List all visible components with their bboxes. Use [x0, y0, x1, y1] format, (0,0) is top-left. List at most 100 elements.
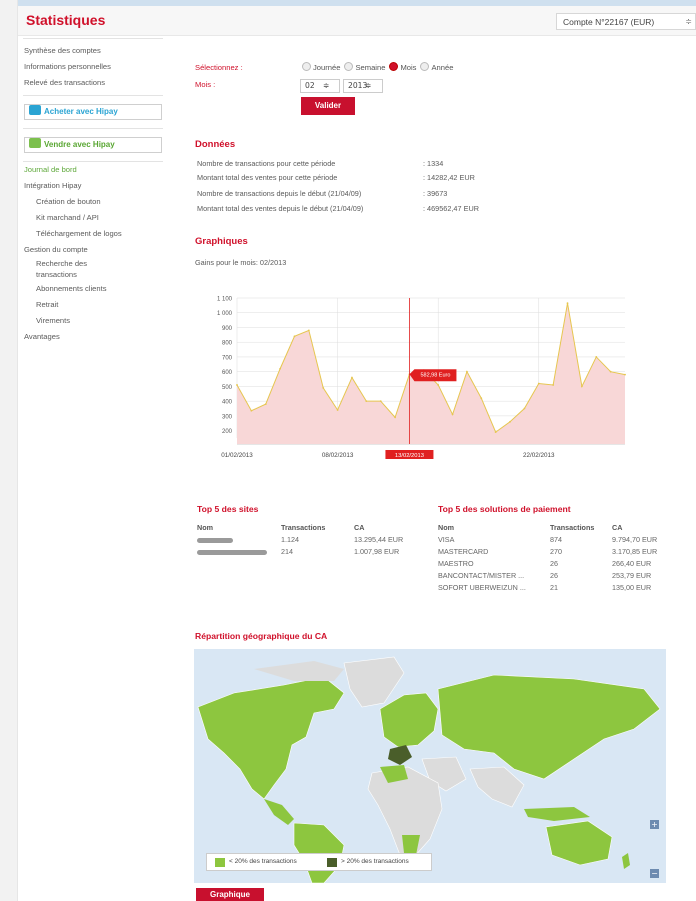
legend-low-label: < 20% des transactions	[229, 858, 297, 865]
year-select[interactable]: 2013 ≑	[343, 79, 383, 93]
select-label: Sélectionnez :	[195, 63, 243, 72]
table-row[interactable]: 1.124 13.295,44 EUR	[197, 534, 437, 546]
data-point	[480, 397, 483, 400]
hipay-logo-icon	[29, 105, 41, 115]
radio-2[interactable]	[389, 62, 399, 71]
y-tick-label: 700	[222, 355, 233, 361]
sidebar-item-7[interactable]: transactions	[18, 269, 168, 281]
table-row[interactable]: MASTERCARD 270 3.170,85 EUR	[438, 546, 678, 558]
radio-0[interactable]	[302, 62, 311, 71]
radio-label-1: Semaine	[355, 63, 386, 72]
data-point	[580, 385, 583, 388]
geo-title: Répartition géographique du CA	[195, 631, 328, 641]
data-point	[437, 384, 440, 386]
cell-ca: 266,40 EUR	[612, 559, 652, 568]
chevron-updown-icon: ≑	[685, 17, 692, 26]
table-row[interactable]: MAESTRO 26 266,40 EUR	[438, 558, 678, 570]
cell-nom: MAESTRO	[438, 559, 474, 568]
graph-button[interactable]: Graphique	[196, 888, 264, 901]
legend-swatch-low	[215, 858, 225, 867]
sidebar-item-6[interactable]: Recherche des	[18, 258, 168, 269]
sidebar-item-1[interactable]: Intégration Hipay	[18, 178, 168, 194]
data-point	[293, 335, 296, 338]
data-point	[494, 431, 497, 434]
zoom-in-button[interactable]: +	[650, 820, 659, 829]
cell-nom: SOFORT UBERWEIZUN ...	[438, 583, 526, 592]
cell-transactions: 1.124	[281, 535, 299, 544]
cell-nom: BANCONTACT/MISTER ...	[438, 571, 525, 580]
sidebar-item-synthese[interactable]: Synthèse des comptes	[18, 43, 168, 59]
radio-1[interactable]	[344, 62, 354, 71]
map-new-zealand	[622, 853, 630, 869]
table-row[interactable]: BANCONTACT/MISTER ... 26 253,79 EUR	[438, 570, 678, 582]
sidebar-item-3[interactable]: Kit marchand / API	[18, 210, 168, 226]
data-point	[552, 384, 555, 386]
chevron-updown-icon: ≑	[365, 81, 372, 90]
data-point	[250, 409, 253, 412]
sidebar-item-5[interactable]: Gestion du compte	[18, 242, 168, 258]
sidebar-item-11[interactable]: Avantages	[18, 329, 168, 345]
cell-ca: 135,00 EUR	[612, 583, 652, 592]
world-map[interactable]: + − < 20% des transactions > 20% des tra…	[194, 649, 666, 883]
sidebar-item-infos[interactable]: Informations personnelles	[18, 59, 168, 75]
map-arctic	[254, 661, 344, 681]
sell-with-hipay-button[interactable]: Vendre avec Hipay	[24, 137, 162, 153]
sidebar-item-8[interactable]: Abonnements clients	[18, 281, 168, 297]
data-point	[466, 370, 468, 373]
sidebar-item-2[interactable]: Création de bouton	[18, 194, 168, 210]
col-nom: Nom	[197, 523, 213, 532]
month-label: Mois :	[195, 80, 216, 89]
cell-nom: MASTERCARD	[438, 547, 489, 556]
y-tick-label: 1 100	[217, 297, 233, 303]
earnings-chart: 1 100 1 000 900 800 700 600 500 400 300 200 01/02/…	[192, 288, 630, 478]
buy-with-hipay-button[interactable]: Acheter avec Hipay	[24, 104, 162, 120]
data-point	[523, 407, 526, 410]
left-scroll-gutter	[0, 0, 18, 901]
account-select[interactable]: Compte N°22167 (EUR) ≑	[556, 13, 696, 30]
data-label: Montant total des ventes depuis le début…	[197, 204, 364, 213]
blurred-site-name	[197, 534, 233, 546]
cell-ca: 253,79 EUR	[612, 571, 652, 580]
sidebar-item-9[interactable]: Retrait	[18, 297, 168, 313]
data-row: Nombre de transactions depuis le début (…	[197, 189, 447, 198]
divider	[23, 38, 163, 39]
col-ca: CA	[354, 523, 365, 532]
account-select-value: Compte N°22167 (EUR)	[563, 17, 655, 27]
top-payments-table: Nom Transactions CA VISA 874 9.794,70 EUR M…	[438, 522, 678, 594]
cell-transactions: 21	[550, 583, 558, 592]
chevron-updown-icon: ≑	[323, 81, 330, 90]
radio-label-2: Mois	[400, 63, 417, 72]
data-point	[351, 376, 353, 379]
map-legend: < 20% des transactions > 20% des transac…	[206, 853, 432, 871]
sidebar-item-10[interactable]: Virements	[18, 313, 168, 329]
zoom-out-button[interactable]: −	[650, 869, 659, 878]
buy-label: Acheter avec Hipay	[44, 107, 118, 116]
map-north-america	[197, 676, 345, 800]
data-value: : 39673	[423, 189, 448, 198]
table-row[interactable]: VISA 874 9.794,70 EUR	[438, 534, 678, 546]
table-header: Nom Transactions CA	[438, 522, 678, 534]
radio-3[interactable]	[420, 62, 430, 71]
data-point	[365, 400, 368, 403]
page-title: Statistiques	[26, 12, 106, 28]
main-content: Sélectionnez : Journée Semaine Mois Année M…	[172, 38, 696, 901]
data-point	[307, 329, 310, 332]
radio-label-3: Année	[431, 63, 454, 72]
sidebar-nav: Journal de bord Intégration Hipay Création…	[18, 161, 168, 345]
validate-button[interactable]: Valider	[301, 97, 355, 115]
graph-subtitle: Gains pour le mois: 02/2013	[195, 258, 287, 267]
data-point	[537, 382, 540, 385]
data-row: Nombre de transactions pour cette périod…	[197, 159, 443, 168]
x-tick-label: 08/02/2013	[322, 452, 354, 459]
table-row[interactable]: 214 1.007,98 EUR	[197, 546, 437, 558]
sidebar-item-4[interactable]: Téléchargement de logos	[18, 226, 168, 242]
x-tick-label: 22/02/2013	[523, 452, 555, 459]
month-select[interactable]: 02 ≑	[300, 79, 340, 93]
cell-ca: 1.007,98 EUR	[354, 547, 400, 556]
sidebar-item-releve[interactable]: Relevé des transactions	[18, 75, 168, 91]
data-point	[322, 386, 325, 389]
table-row[interactable]: SOFORT UBERWEIZUN ... 21 135,00 EUR	[438, 582, 678, 594]
col-nom: Nom	[438, 523, 454, 532]
legend-high-label: > 20% des transactions	[341, 858, 409, 865]
sidebar-item-0[interactable]: Journal de bord	[18, 162, 168, 178]
